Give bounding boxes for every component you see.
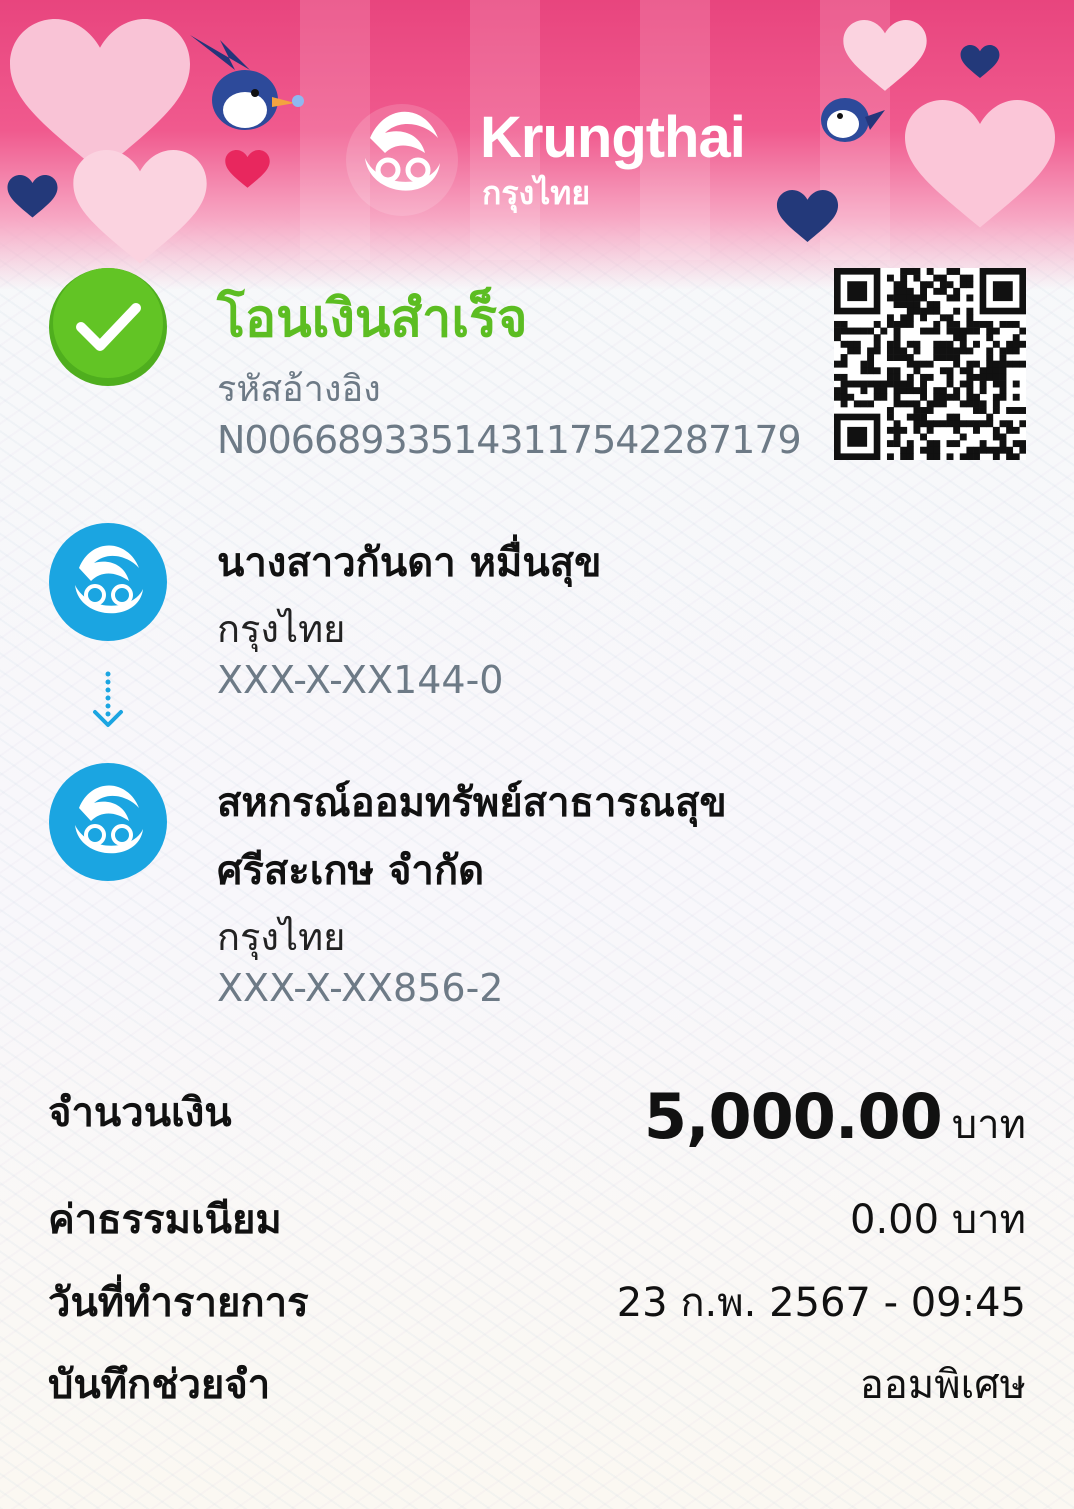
- fee-value: 0.00 บาท: [850, 1197, 1026, 1243]
- receiver-bank-avatar: [49, 763, 167, 881]
- memo-label: บันทึกช่วยจำ: [48, 1362, 271, 1408]
- sender-bank: กรุงไทย: [217, 607, 346, 651]
- heart-decoration-icon: [7, 175, 58, 218]
- krungthai-logo-icon: [346, 104, 458, 216]
- krungthai-logo: Krungthai กรุงไทย: [340, 98, 746, 223]
- check-circle-icon: [49, 268, 167, 386]
- heart-decoration-icon: [905, 100, 1055, 228]
- amount-value: 5,000.00: [643, 1080, 943, 1153]
- heart-decoration-icon: [225, 150, 270, 188]
- amount-unit: บาท: [951, 1102, 1026, 1148]
- heart-decoration-icon: [960, 45, 1000, 79]
- receiver-name-line1: สหกรณ์ออมทรัพย์สาธารณสุข: [217, 780, 727, 826]
- bird-decoration-icon: [190, 35, 304, 130]
- krungthai-logo-icon: [75, 785, 143, 854]
- dotted-arrow-down-icon: [93, 671, 123, 727]
- date-label: วันที่ทำรายการ: [48, 1280, 309, 1326]
- sender-account: XXX-X-XX144-0: [217, 658, 504, 702]
- success-title: โอนเงินสำเร็จ: [217, 289, 528, 349]
- date-value: 23 ก.พ. 2567 - 09:45: [616, 1280, 1026, 1326]
- heart-decoration-icon: [843, 20, 927, 91]
- brand-name-th: กรุงไทย: [482, 174, 591, 212]
- reference-label: รหัสอ้างอิง: [217, 369, 381, 410]
- memo-value: ออมพิเศษ: [859, 1362, 1026, 1408]
- bird-decoration-icon: [821, 98, 885, 142]
- reference-number: N0066893351431175422871​79: [217, 418, 802, 462]
- sender-bank-avatar: [49, 523, 167, 641]
- heart-decoration-icon: [73, 150, 207, 264]
- amount-value-group: 5,000.00 บาท: [644, 1080, 1026, 1156]
- heart-decoration-icon: [776, 190, 839, 242]
- krungthai-logo-icon: [75, 545, 143, 614]
- amount-label: จำนวนเงิน: [48, 1090, 232, 1136]
- brand-name-en: Krungthai: [480, 105, 746, 170]
- qr-code[interactable]: [834, 268, 1027, 461]
- receiver-account: XXX-X-XX856-2: [217, 966, 504, 1010]
- receiver-name-line2: ศรีสะเกษ จำกัด: [217, 848, 485, 894]
- fee-label: ค่าธรรมเนียม: [48, 1197, 282, 1243]
- sender-name: นางสาวกันดา หมื่นสุข: [217, 540, 602, 586]
- header-banner: Krungthai กรุงไทย: [0, 0, 1074, 290]
- receiver-bank: กรุงไทย: [217, 915, 346, 959]
- qr-code-icon: [834, 268, 1027, 461]
